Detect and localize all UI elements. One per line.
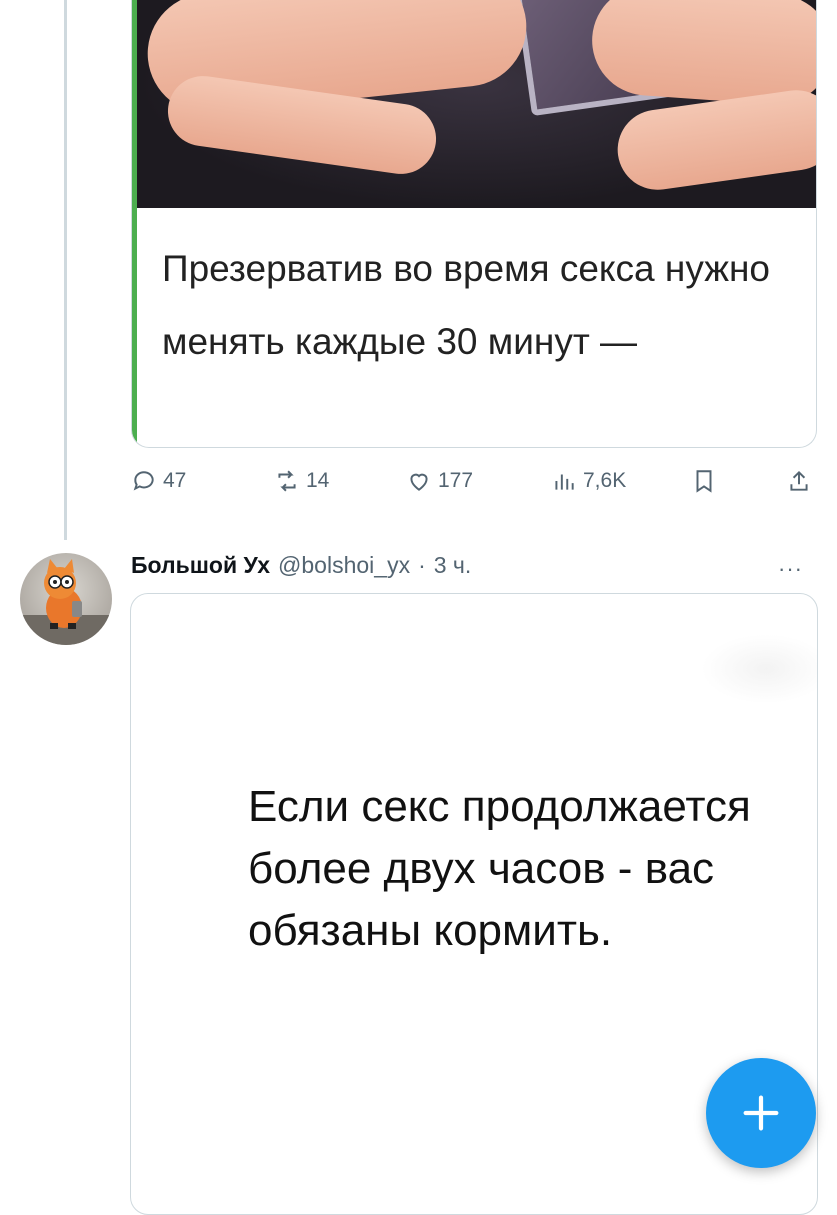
more-options-icon[interactable]: ··· [778,556,803,582]
plus-icon [743,1095,779,1131]
author-handle[interactable]: @bolshoi_yx [278,552,410,579]
image-smudge [701,634,817,704]
thread-connector-line [64,0,67,540]
right-hand-lower-graphic [612,85,816,195]
like-count: 177 [438,469,474,492]
cat-avatar-icon [20,559,112,645]
bookmark-button[interactable] [691,468,717,494]
compose-tweet-button[interactable] [706,1058,816,1168]
card-headline: Презерватив во время секса нужно менять … [162,248,771,362]
image-text: Если секс продолжается более двух часов … [248,782,751,955]
tweet-action-bar: 47 14 177 7,6K [131,468,821,504]
views-button[interactable]: 7,6K [551,468,626,494]
like-button[interactable]: 177 [406,468,473,494]
repost-count: 14 [306,469,330,492]
repost-button[interactable]: 14 [274,468,329,494]
tweet-header: Большой Ух @bolshoi_yx · 3 ч. [131,552,471,584]
share-icon [790,470,808,491]
author-name[interactable]: Большой Ух [131,552,270,579]
like-icon [410,473,428,491]
share-button[interactable] [786,468,812,494]
tweet-timestamp[interactable]: 3 ч. [434,552,472,579]
header-separator: · [418,552,426,578]
reply-count: 47 [163,469,187,492]
tweet-media-card[interactable]: Презерватив во время секса нужно менять … [131,0,817,448]
views-count: 7,6K [583,469,627,492]
avatar[interactable] [20,553,112,645]
bookmark-icon [696,470,712,493]
reply-icon [133,471,154,491]
repost-icon [278,470,296,492]
media-photo[interactable] [137,0,816,208]
views-icon [555,474,574,490]
reply-button[interactable]: 47 [131,468,186,494]
